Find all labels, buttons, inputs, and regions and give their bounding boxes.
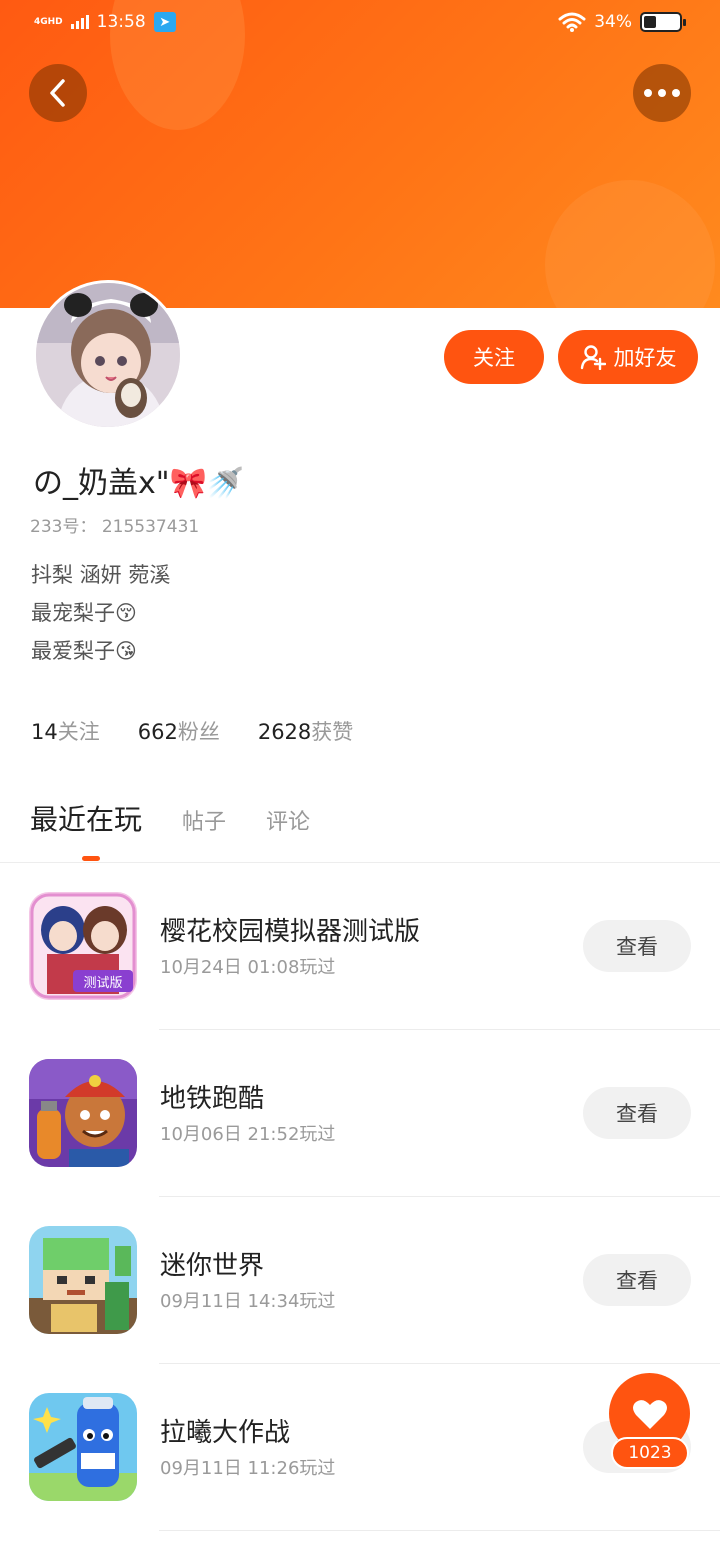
game-last-played: 10月06日 21:52玩过 (160, 1124, 336, 1145)
clock: 13:58 (96, 12, 146, 32)
view-button-label: 查看 (616, 1269, 658, 1293)
bio-line: 抖梨 涵妍 菀溪 (31, 563, 171, 587)
view-button[interactable]: 查看 (583, 1087, 691, 1139)
profile-stats: 14关注 662粉丝 2628获赞 (31, 716, 353, 746)
game-title: 樱花校园模拟器测试版 (160, 917, 421, 947)
stat-number: 14 (31, 720, 58, 744)
view-button[interactable]: 查看 (583, 1254, 691, 1306)
chevron-left-icon (50, 79, 65, 107)
bio-line: 最爱梨子😘 (31, 639, 137, 663)
view-button-label: 查看 (616, 935, 658, 959)
like-count-badge: 1023 (611, 1437, 689, 1469)
stat-following[interactable]: 14关注 (31, 716, 100, 746)
tab-recent-games[interactable]: 最近在玩 (30, 798, 142, 838)
game-last-played: 09月11日 11:26玩过 (160, 1458, 336, 1479)
stat-number: 2628 (257, 720, 312, 744)
list-item[interactable]: 迷你世界 09月11日 14:34玩过 查看 (0, 1197, 720, 1364)
avatar-image (36, 283, 180, 427)
heart-icon (632, 1399, 667, 1429)
follow-button-label: 关注 (473, 346, 515, 370)
profile-tabs: 最近在玩 帖子 评论 (30, 798, 350, 838)
game-icon[interactable]: 测试版 (29, 892, 137, 1000)
svg-text:测试版: 测试版 (83, 976, 122, 991)
game-title: 地铁跑酷 (160, 1084, 265, 1114)
stat-number: 662 (137, 720, 178, 744)
divider (159, 1530, 720, 1531)
stat-label: 粉丝 (177, 720, 220, 744)
avatar[interactable] (33, 280, 183, 430)
list-item[interactable]: 地铁跑酷 10月06日 21:52玩过 查看 (0, 1030, 720, 1197)
view-button-label: 查看 (616, 1102, 658, 1126)
game-icon[interactable] (29, 1226, 137, 1334)
game-title: 迷你世界 (160, 1251, 265, 1281)
list-item[interactable]: 测试版 樱花校园模拟器测试版 10月24日 01:08玩过 查看 (0, 863, 720, 1030)
more-dots-icon (644, 89, 680, 97)
add-friend-button-label: 加好友 (613, 346, 677, 370)
tab-posts[interactable]: 帖子 (182, 804, 226, 836)
game-last-played: 09月11日 14:34玩过 (160, 1291, 336, 1312)
stat-label: 关注 (57, 720, 100, 744)
active-tab-indicator (82, 856, 100, 861)
tab-comments[interactable]: 评论 (266, 804, 310, 836)
bio: 抖梨 涵妍 菀溪 最宠梨子😚 最爱梨子😘 (31, 556, 170, 670)
game-icon[interactable] (29, 1393, 137, 1501)
battery-icon (640, 12, 686, 32)
game-icon[interactable] (29, 1059, 137, 1167)
signal-icon (70, 15, 89, 29)
battery-percent: 34% (594, 12, 632, 32)
status-bar: 4GHD 13:58 ➤ 34% (0, 0, 720, 48)
view-button[interactable]: 查看 (583, 920, 691, 972)
game-title: 拉曦大作战 (160, 1418, 291, 1448)
bio-line: 最宠梨子😚 (31, 601, 137, 625)
stat-followers[interactable]: 662粉丝 (138, 716, 220, 746)
stat-label: 获赞 (311, 720, 354, 744)
network-type: 4GHD (34, 16, 63, 27)
user-id[interactable]: 233号： 215537431 (30, 512, 199, 537)
notification-app-icon: ➤ (153, 12, 176, 32)
wifi-icon (558, 12, 586, 32)
follow-button[interactable]: 关注 (444, 330, 544, 384)
game-last-played: 10月24日 01:08玩过 (160, 957, 336, 978)
more-button[interactable] (633, 64, 691, 122)
stat-likes[interactable]: 2628获赞 (258, 716, 353, 746)
like-count: 1023 (628, 1443, 672, 1463)
username: の_奶盖x"🎀🚿 (33, 466, 245, 501)
back-button[interactable] (29, 64, 87, 122)
add-user-icon (580, 345, 606, 370)
header-decoration (545, 180, 715, 308)
add-friend-button[interactable]: 加好友 (558, 330, 698, 384)
